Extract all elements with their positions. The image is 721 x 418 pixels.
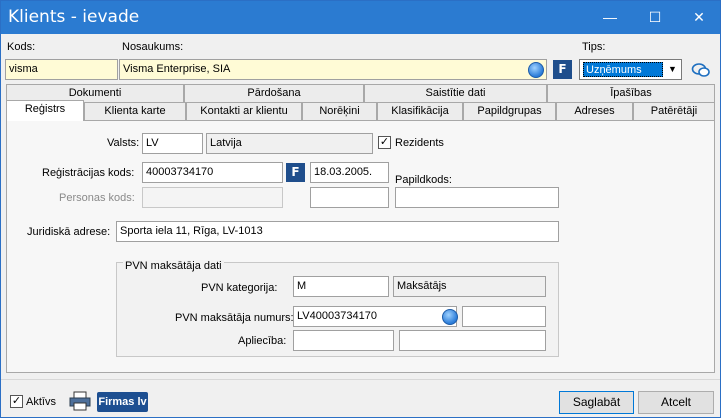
pvn-group-title: PVN maksātāja dati: [123, 260, 224, 272]
tips-select[interactable]: Uzņēmums ▼: [579, 59, 682, 80]
pvn-numurs-label: PVN maksātāja numurs:: [175, 312, 294, 324]
kods-label: Kods:: [7, 41, 36, 53]
aktivs-checkbox[interactable]: ✓: [10, 395, 23, 408]
papildkods-label: Papildkods:: [395, 174, 452, 186]
jur-adrese-label: Juridiskā adrese:: [27, 226, 111, 238]
tab-adreses[interactable]: Adreses: [556, 102, 633, 120]
chevron-down-icon[interactable]: ▼: [664, 60, 681, 79]
apliciba-extra-input[interactable]: [399, 330, 546, 351]
reg-date-input[interactable]: 18.03.2005.: [310, 162, 389, 183]
personas-kods-label: Personas kods:: [59, 192, 135, 204]
cancel-button[interactable]: Atcelt: [638, 391, 714, 414]
reg-kods-label: Reģistrācijas kods:: [42, 167, 135, 179]
registrs-panel: Valsts: LV Latvija ✓ Rezidents Reģistrāc…: [6, 120, 715, 373]
tab-klasifikacija[interactable]: Klasifikācija: [377, 102, 463, 120]
pvn-group: PVN maksātāja dati PVN kategorija: M Mak…: [116, 260, 559, 357]
chat-bubbles-icon[interactable]: [691, 61, 711, 79]
papildkods-input[interactable]: [395, 187, 559, 208]
tab-registrs[interactable]: Reģistrs: [6, 100, 84, 121]
footer-divider: [1, 379, 720, 380]
close-icon[interactable]: ✕: [677, 1, 721, 34]
title-bar: Klients - ievade — ☐ ✕: [1, 1, 720, 34]
aktivs-label: Aktīvs: [26, 396, 56, 408]
rezidents-checkbox[interactable]: ✓: [378, 136, 391, 149]
kods-input[interactable]: visma: [5, 59, 118, 80]
firmas-lv-button[interactable]: Firmas lv: [97, 392, 148, 412]
tab-pateretaji[interactable]: Patērētāji: [633, 102, 715, 120]
tips-label: Tips:: [582, 41, 606, 53]
rezidents-label: Rezidents: [395, 137, 444, 149]
pvn-kategorija-input[interactable]: M: [293, 276, 389, 297]
tab-klienta-karte[interactable]: Klienta karte: [84, 102, 186, 120]
jur-adrese-input[interactable]: Sporta iela 11, Rīga, LV-1013: [116, 221, 559, 242]
globe-vat-check-icon[interactable]: [442, 309, 458, 325]
valsts-name-field: Latvija: [206, 133, 373, 154]
firmas-reg-lookup-icon[interactable]: F: [286, 163, 305, 182]
tab-kontakti[interactable]: Kontakti ar klientu: [186, 102, 302, 120]
valsts-label: Valsts:: [107, 137, 140, 149]
reg-extra-input[interactable]: [310, 187, 389, 208]
nosaukums-label: Nosaukums:: [122, 41, 184, 53]
reg-kods-input[interactable]: 40003734170: [142, 162, 283, 183]
apliciba-label: Apliecība:: [238, 335, 287, 347]
window-title: Klients - ievade: [8, 7, 140, 27]
tab-noreckini[interactable]: Norēķini: [302, 102, 377, 120]
save-button[interactable]: Saglabāt: [559, 391, 634, 414]
globe-lookup-icon[interactable]: [528, 62, 544, 78]
nosaukums-input[interactable]: Visma Enterprise, SIA: [119, 59, 547, 80]
pvn-numurs-input[interactable]: LV40003734170: [293, 306, 457, 327]
firmas-lookup-icon[interactable]: F: [553, 60, 572, 79]
client-entry-window: Klients - ievade — ☐ ✕ Kods: Nosaukums: …: [0, 0, 721, 418]
personas-kods-input[interactable]: [142, 187, 283, 208]
tips-selected-value: Uzņēmums: [583, 62, 663, 77]
apliciba-input[interactable]: [293, 330, 394, 351]
minimize-icon[interactable]: —: [588, 1, 632, 34]
pvn-kategorija-label: PVN kategorija:: [201, 282, 278, 294]
tab-papildgrupas[interactable]: Papildgrupas: [463, 102, 556, 120]
tab-saistitie-dati[interactable]: Saistītie dati: [364, 84, 547, 102]
valsts-code-input[interactable]: LV: [142, 133, 203, 154]
pvn-extra-input[interactable]: [462, 306, 546, 327]
printer-icon[interactable]: [69, 391, 91, 411]
tab-ipasibas[interactable]: Īpašības: [547, 84, 715, 102]
maximize-icon[interactable]: ☐: [633, 1, 677, 34]
tab-pardosana[interactable]: Pārdošana: [184, 84, 364, 102]
pvn-kategorija-name: Maksātājs: [393, 276, 546, 297]
